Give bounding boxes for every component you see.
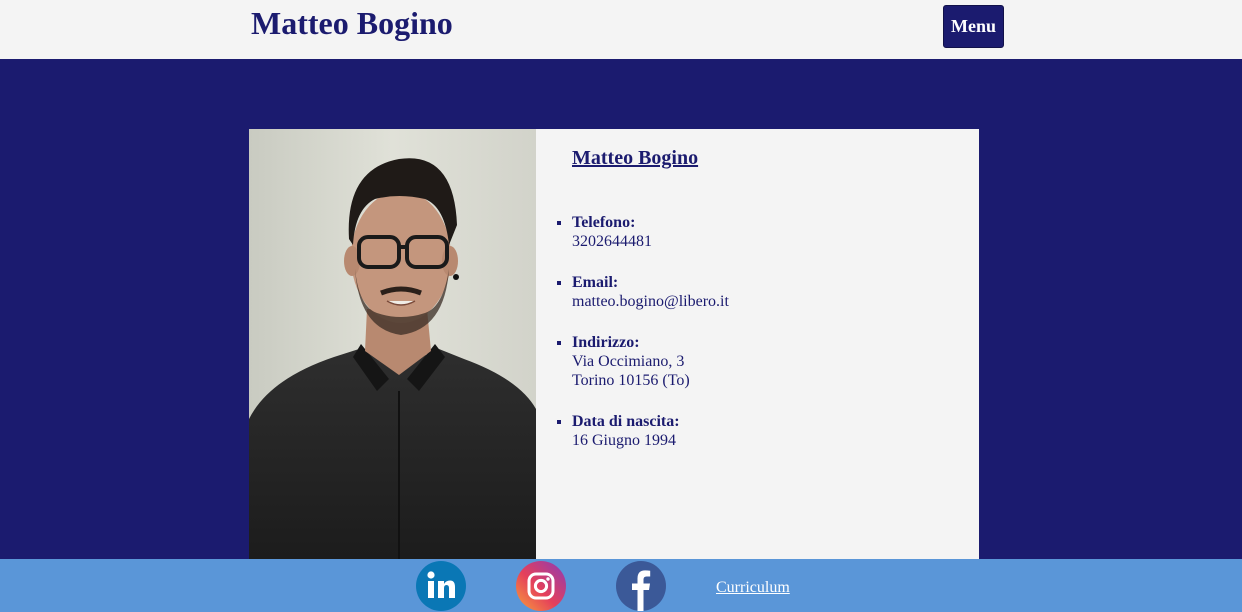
contact-details: Telefono: 3202644481 Email: matteo.bogin…: [572, 213, 729, 472]
site-title[interactable]: Matteo Bogino: [251, 5, 453, 41]
linkedin-link[interactable]: [416, 561, 466, 611]
header: Matteo Bogino Menu: [0, 0, 1242, 59]
detail-value: 16 Giugno 1994: [572, 432, 676, 449]
detail-label: Data di nascita:: [572, 413, 680, 430]
detail-value: Via Occimiano, 3: [572, 353, 685, 370]
facebook-link[interactable]: [616, 561, 666, 611]
detail-label: Indirizzo:: [572, 334, 640, 351]
instagram-icon: [516, 561, 566, 611]
detail-indirizzo: Indirizzo: Via Occimiano, 3 Torino 10156…: [572, 333, 729, 390]
detail-value: matteo.bogino@libero.it: [572, 293, 729, 310]
profile-name[interactable]: Matteo Bogino: [572, 147, 698, 170]
profile-photo: [249, 129, 536, 559]
detail-email: Email: matteo.bogino@libero.it: [572, 273, 729, 311]
profile-card: Matteo Bogino Telefono: 3202644481 Email…: [249, 129, 979, 559]
detail-value: 3202644481: [572, 233, 652, 250]
menu-button[interactable]: Menu: [943, 5, 1004, 48]
curriculum-link[interactable]: Curriculum: [716, 579, 790, 597]
detail-label: Telefono:: [572, 214, 636, 231]
detail-value: Torino 10156 (To): [572, 372, 690, 389]
facebook-icon: [616, 561, 666, 611]
detail-data-di-nascita: Data di nascita: 16 Giugno 1994: [572, 412, 729, 450]
instagram-link[interactable]: [516, 561, 566, 611]
footer: Curriculum: [0, 559, 1242, 612]
profile-info: Matteo Bogino Telefono: 3202644481 Email…: [536, 129, 979, 559]
linkedin-icon: [416, 561, 466, 611]
detail-telefono: Telefono: 3202644481: [572, 213, 729, 251]
detail-label: Email:: [572, 274, 619, 291]
